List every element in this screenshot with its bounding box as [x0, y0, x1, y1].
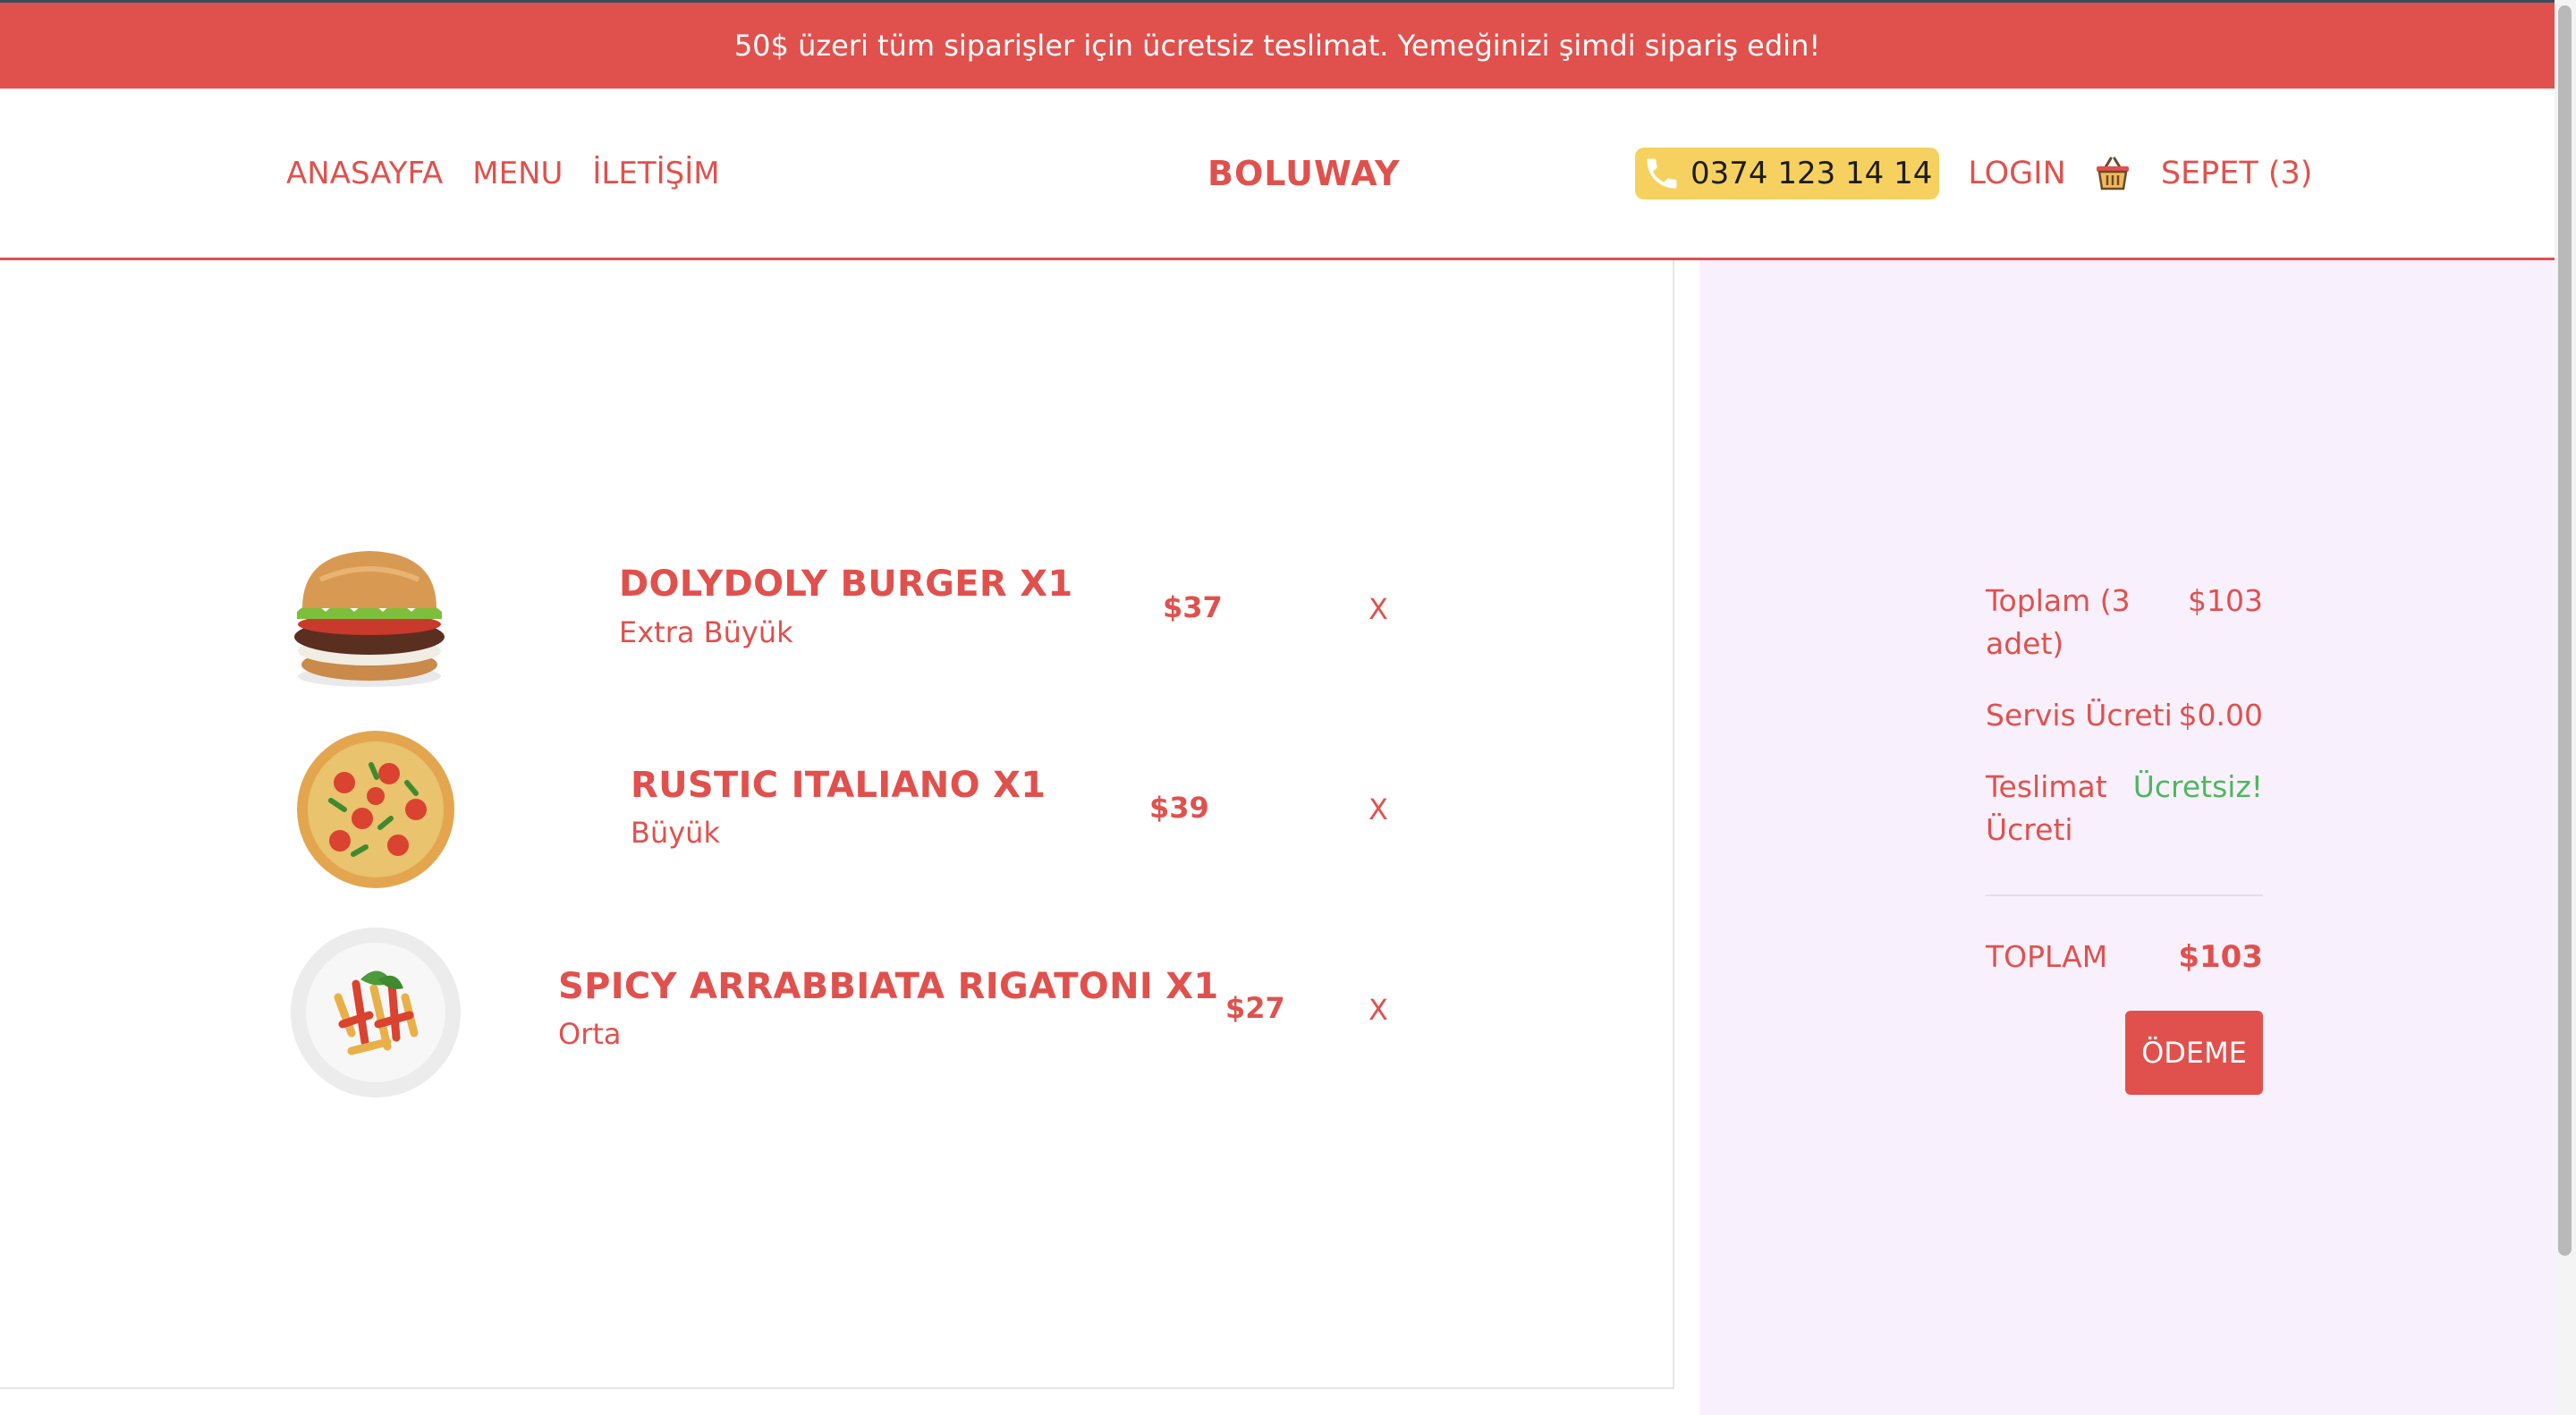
checkout-button[interactable]: ÖDEME: [2125, 1011, 2263, 1095]
cart-link[interactable]: SEPET (3): [2161, 156, 2313, 191]
remove-item-button[interactable]: X: [1368, 792, 1388, 826]
site-header: ANASAYFA MENU İLETİŞİM BOLUWAY 0374 123 …: [0, 89, 2555, 260]
cart-items-panel: [0, 260, 1674, 1389]
total-label: TOPLAM: [1986, 939, 2108, 974]
main-nav: ANASAYFA MENU İLETİŞİM: [286, 89, 720, 258]
announcement-text: 50$ üzeri tüm siparişler için ücretsiz t…: [733, 29, 1821, 63]
cart-item-price: $39: [1149, 791, 1209, 825]
brand-logo[interactable]: BOLUWAY: [1208, 89, 1400, 258]
cart-item-name: RUSTIC ITALIANO X1: [631, 765, 1046, 806]
login-link[interactable]: LOGIN: [1968, 156, 2065, 191]
subtotal-label: Toplam (3 adet): [1986, 583, 2131, 661]
cart-item-size: Büyük: [631, 816, 720, 850]
cart-item-name: SPICY ARRABBIATA RIGATONI X1: [558, 966, 1219, 1007]
announcement-bar: 50$ üzeri tüm siparişler için ücretsiz t…: [0, 3, 2555, 89]
service-fee-value: $0.00: [2178, 698, 2263, 733]
remove-item-button[interactable]: X: [1368, 993, 1388, 1027]
phone-icon: [1642, 154, 1682, 193]
delivery-fee-value: Ücretsiz!: [2132, 769, 2263, 804]
summary-divider: [1986, 894, 2263, 896]
total-value: $103: [2178, 939, 2263, 975]
pizza-image: [291, 729, 461, 899]
phone-button[interactable]: 0374 123 14 14: [1635, 147, 1940, 199]
cart-item-name: DOLYDOLY BURGER X1: [619, 563, 1073, 605]
burger-image: [284, 526, 454, 696]
delivery-fee-label: Teslimat Ücreti: [1986, 769, 2107, 847]
pasta-image: [289, 926, 461, 1097]
cart-item-size: Orta: [558, 1017, 622, 1051]
remove-item-button[interactable]: X: [1368, 592, 1388, 626]
nav-link-home[interactable]: ANASAYFA: [286, 156, 443, 191]
basket-icon[interactable]: [2095, 155, 2131, 192]
subtotal-value: $103: [2188, 583, 2263, 618]
phone-number: 0374 123 14 14: [1690, 155, 1933, 191]
cart-item-size: Extra Büyük: [619, 615, 793, 649]
cart-item-price: $37: [1163, 590, 1223, 624]
nav-link-menu[interactable]: MENU: [472, 156, 563, 191]
header-actions: 0374 123 14 14 LOGIN SEPET (3): [1635, 89, 2312, 258]
nav-link-contact[interactable]: İLETİŞİM: [592, 156, 719, 191]
scrollbar-thumb[interactable]: [2558, 5, 2572, 1256]
cart-item-price: $27: [1225, 991, 1285, 1025]
